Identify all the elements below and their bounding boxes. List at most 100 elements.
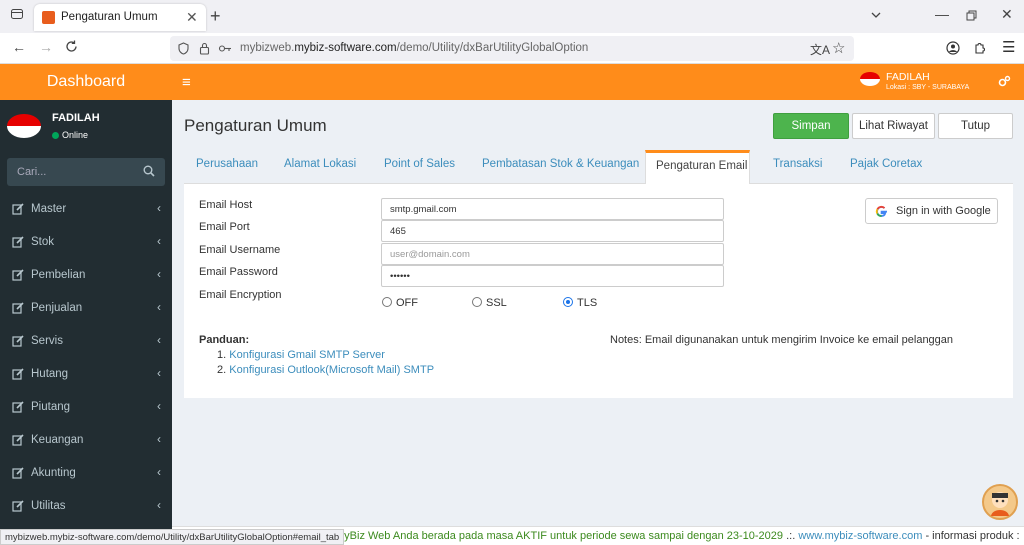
sidebar-item-master[interactable]: Master ‹ bbox=[0, 193, 172, 226]
tab-pembatasan[interactable]: Pembatasan Stok & Keuangan bbox=[482, 158, 639, 170]
sidebar-item-hutang[interactable]: Hutang ‹ bbox=[0, 358, 172, 391]
tab-label: Pengaturan Email bbox=[656, 160, 748, 172]
sidebar-item-label: Piutang bbox=[31, 401, 71, 413]
sidebar-item-piutang[interactable]: Piutang ‹ bbox=[0, 391, 172, 424]
email-username-field[interactable] bbox=[381, 243, 724, 265]
chevron-left-icon: ‹ bbox=[157, 300, 161, 314]
browser-tab-bar: Pengaturan Umum ✕ + — ✕ bbox=[0, 0, 1024, 33]
sidebar-brand[interactable]: Dashboard bbox=[0, 64, 172, 100]
status-bar-url: mybizweb.mybiz-software.com/demo/Utility… bbox=[0, 529, 345, 545]
search-input[interactable] bbox=[7, 158, 137, 186]
online-dot-icon bbox=[52, 132, 59, 140]
email-password-label: Email Password bbox=[199, 266, 278, 278]
permissions-icon[interactable] bbox=[218, 43, 232, 57]
sidebar-item-label: Akunting bbox=[31, 467, 76, 479]
close-tab-icon[interactable]: ✕ bbox=[186, 9, 198, 26]
edit-icon bbox=[12, 302, 24, 314]
google-icon bbox=[875, 205, 888, 221]
close-button[interactable]: Tutup bbox=[938, 113, 1013, 139]
sidebar-item-penjualan[interactable]: Penjualan ‹ bbox=[0, 292, 172, 325]
email-port-field[interactable] bbox=[381, 220, 724, 242]
email-password-field[interactable] bbox=[381, 265, 724, 287]
user-name: FADILAH bbox=[52, 112, 100, 124]
chevron-left-icon: ‹ bbox=[157, 465, 161, 479]
tab-point-of-sales[interactable]: Point of Sales bbox=[384, 158, 455, 170]
browser-tab[interactable]: Pengaturan Umum ✕ bbox=[34, 4, 206, 31]
google-signin-button[interactable]: Sign in with Google bbox=[865, 198, 998, 224]
reload-icon[interactable] bbox=[65, 40, 78, 56]
url-text: mybizweb.mybiz-software.com/demo/Utility… bbox=[240, 42, 589, 54]
edit-icon bbox=[12, 269, 24, 281]
sidebar-item-label: Servis bbox=[31, 335, 63, 347]
encryption-radio-ssl[interactable]: SSL bbox=[472, 297, 507, 309]
gears-icon[interactable] bbox=[998, 75, 1011, 88]
email-host-label: Email Host bbox=[199, 199, 253, 211]
sidebar-item-label: Keuangan bbox=[31, 434, 84, 446]
top-navbar: ≡ FADILAH Lokasi : SBY - SURABAYA bbox=[172, 64, 1024, 100]
sidebar-item-keuangan[interactable]: Keuangan ‹ bbox=[0, 424, 172, 457]
forward-icon[interactable]: → bbox=[39, 39, 53, 55]
indonesia-flag-icon bbox=[860, 72, 880, 86]
navbar-user-name[interactable]: FADILAH bbox=[886, 71, 930, 83]
chevron-down-icon[interactable] bbox=[870, 8, 882, 24]
encryption-radio-tls[interactable]: TLS bbox=[563, 297, 597, 309]
email-notes: Notes: Email digunanakan untuk mengirim … bbox=[610, 334, 954, 346]
extensions-icon[interactable] bbox=[973, 40, 987, 57]
tab-transaksi[interactable]: Transaksi bbox=[773, 158, 822, 170]
sidebar-item-label: Hutang bbox=[31, 368, 69, 380]
menu-icon[interactable]: ☰ bbox=[1002, 38, 1015, 56]
sidebar-item-pembelian[interactable]: Pembelian ‹ bbox=[0, 259, 172, 292]
navbar-location: Lokasi : SBY - SURABAYA bbox=[886, 84, 970, 91]
edit-icon bbox=[12, 368, 24, 380]
chevron-left-icon: ‹ bbox=[157, 201, 161, 215]
url-field[interactable]: mybizweb.mybiz-software.com/demo/Utility… bbox=[170, 36, 854, 61]
email-host-field[interactable] bbox=[381, 198, 724, 220]
account-icon[interactable] bbox=[946, 41, 960, 58]
edit-icon bbox=[12, 203, 24, 215]
save-button[interactable]: Simpan bbox=[773, 113, 849, 139]
tab-pajak-coretax[interactable]: Pajak Coretax bbox=[850, 158, 922, 170]
edit-icon bbox=[12, 500, 24, 512]
new-tab-icon[interactable]: + bbox=[210, 6, 221, 27]
sidebar-item-utilitas[interactable]: Utilitas ‹ bbox=[0, 490, 172, 523]
sidebar-item-label: Master bbox=[31, 203, 67, 215]
content-area: Pengaturan Umum Simpan Lihat Riwayat Tut… bbox=[172, 100, 1024, 530]
bookmark-star-icon[interactable]: ☆ bbox=[832, 39, 845, 57]
user-status: Online bbox=[52, 130, 88, 140]
lock-icon[interactable] bbox=[199, 42, 210, 58]
search-icon[interactable] bbox=[143, 165, 155, 177]
chevron-left-icon: ‹ bbox=[157, 234, 161, 248]
view-history-button[interactable]: Lihat Riwayat bbox=[852, 113, 935, 139]
close-window-icon[interactable]: ✕ bbox=[1001, 6, 1013, 23]
back-icon[interactable]: ← bbox=[12, 39, 26, 55]
footer-text: si myBiz Web Anda berada pada masa AKTIF… bbox=[324, 530, 1020, 542]
sidebar-toggle-icon[interactable]: ≡ bbox=[182, 74, 191, 91]
translate-icon[interactable]: 文A bbox=[810, 41, 830, 58]
radio-circle-selected bbox=[563, 297, 573, 308]
encryption-radio-off[interactable]: OFF bbox=[382, 297, 418, 309]
sidebar-item-label: Penjualan bbox=[31, 302, 83, 314]
shield-icon[interactable] bbox=[178, 42, 189, 58]
sidebar-search bbox=[7, 158, 165, 186]
restore-icon[interactable] bbox=[966, 8, 977, 24]
tab-pengaturan-email[interactable]: Pengaturan Email bbox=[645, 150, 750, 185]
minimize-icon[interactable]: — bbox=[935, 6, 949, 22]
guide-link-outlook[interactable]: 2. Konfigurasi Outlook(Microsoft Mail) S… bbox=[217, 364, 434, 376]
chevron-left-icon: ‹ bbox=[157, 267, 161, 281]
sidebar-item-stok[interactable]: Stok ‹ bbox=[0, 226, 172, 259]
tab-perusahaan[interactable]: Perusahaan bbox=[196, 158, 258, 170]
site-favicon-icon bbox=[42, 11, 55, 24]
browser-tab-title: Pengaturan Umum bbox=[61, 11, 158, 23]
chevron-left-icon: ‹ bbox=[157, 333, 161, 347]
tab-list-icon[interactable] bbox=[10, 7, 24, 24]
chat-assistant-avatar-icon[interactable] bbox=[982, 484, 1018, 520]
chevron-left-icon: ‹ bbox=[157, 399, 161, 413]
sidebar-item-akunting[interactable]: Akunting ‹ bbox=[0, 457, 172, 490]
footer-website-link[interactable]: www.mybiz-software.com bbox=[798, 530, 922, 542]
guide-link-gmail[interactable]: 1. Konfigurasi Gmail SMTP Server bbox=[217, 349, 385, 361]
edit-icon bbox=[12, 401, 24, 413]
sidebar-item-label: Stok bbox=[31, 236, 55, 248]
sidebar-item-servis[interactable]: Servis ‹ bbox=[0, 325, 172, 358]
sidebar: Dashboard FADILAH Online Master ‹ Stok ‹… bbox=[0, 64, 172, 545]
tab-alamat-lokasi[interactable]: Alamat Lokasi bbox=[284, 158, 356, 170]
